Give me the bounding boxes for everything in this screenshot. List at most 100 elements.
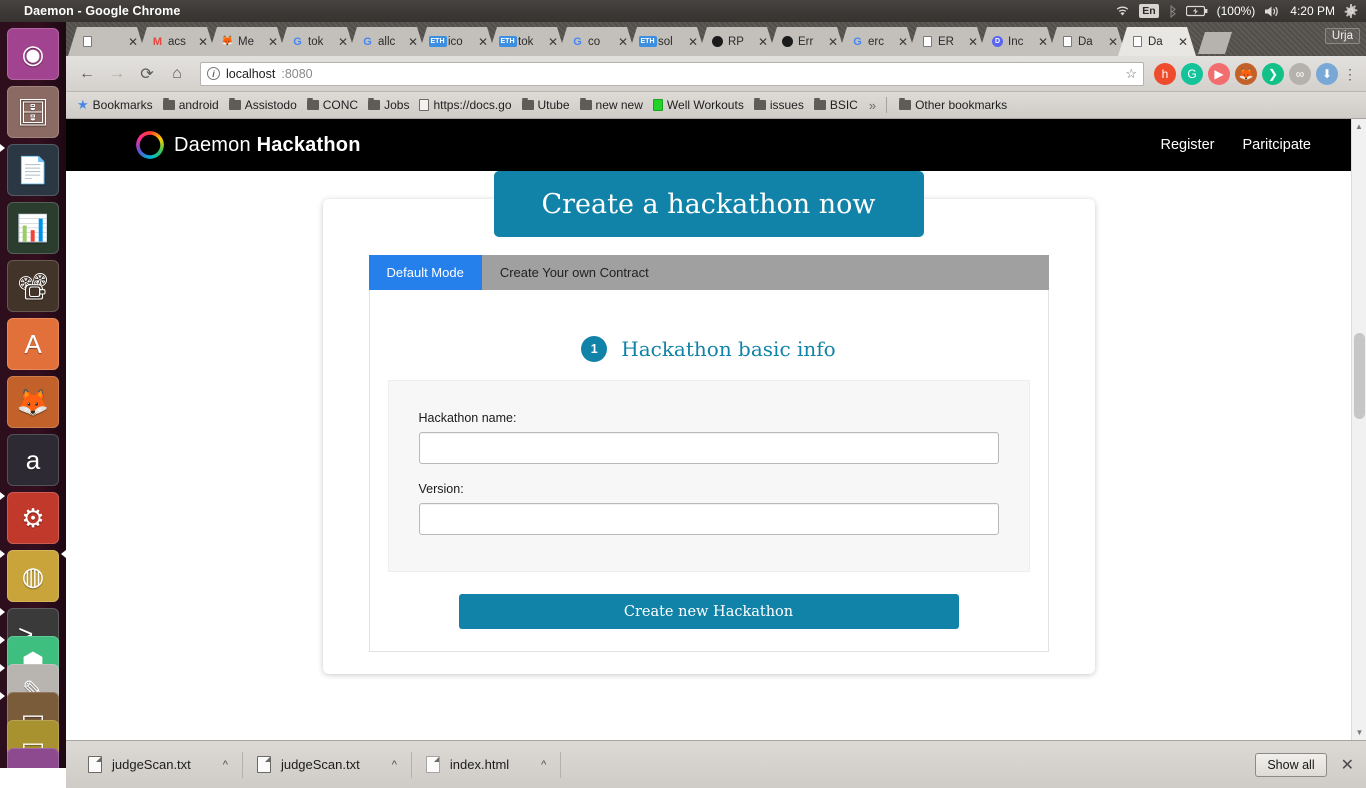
bookmark-item[interactable]: BSIC: [809, 96, 863, 114]
version-input[interactable]: [418, 503, 999, 535]
scroll-up-icon[interactable]: ▲: [1352, 119, 1366, 134]
bookmark-item[interactable]: Well Workouts: [648, 96, 749, 114]
tab-close-icon[interactable]: ✕: [268, 35, 278, 49]
site-info-icon[interactable]: i: [207, 67, 220, 80]
terminal-extension-icon[interactable]: ❯: [1262, 62, 1284, 85]
browser-tab[interactable]: Da ✕: [1118, 27, 1196, 56]
browser-tab[interactable]: ✕: [68, 27, 146, 56]
tab-close-icon[interactable]: ✕: [1178, 35, 1188, 49]
launcher-item-system-settings[interactable]: ⚙: [7, 492, 59, 544]
browser-tab[interactable]: D Inc ✕: [978, 27, 1056, 56]
back-icon[interactable]: ←: [74, 61, 100, 87]
clock[interactable]: 4:20 PM: [1290, 4, 1335, 18]
chrome-menu-icon[interactable]: ⋮: [1342, 67, 1358, 81]
home-icon[interactable]: ⌂: [164, 61, 190, 87]
keyboard-layout-indicator[interactable]: En: [1139, 4, 1159, 18]
tab-close-icon[interactable]: ✕: [478, 35, 488, 49]
tab-close-icon[interactable]: ✕: [758, 35, 768, 49]
bookmark-item[interactable]: Utube: [517, 96, 575, 114]
tab-close-icon[interactable]: ✕: [128, 35, 138, 49]
bookmark-item[interactable]: new new: [575, 96, 648, 114]
tab-close-icon[interactable]: ✕: [408, 35, 418, 49]
metamask-extension-icon[interactable]: 🦊: [1235, 62, 1257, 85]
bookmark-item[interactable]: CONC: [302, 96, 363, 114]
bookmark-item[interactable]: ★ Bookmarks: [72, 95, 158, 115]
bookmark-item[interactable]: https://docs.go: [414, 96, 516, 114]
other-bookmarks-folder[interactable]: Other bookmarks: [894, 96, 1012, 114]
bookmark-item[interactable]: android: [158, 96, 224, 114]
download-item[interactable]: index.html ^: [412, 750, 560, 780]
bookmark-item[interactable]: Assistodo: [224, 96, 302, 114]
bookmarks-overflow-icon[interactable]: »: [866, 98, 879, 113]
launcher-item-ubuntu-dash[interactable]: ◉: [7, 28, 59, 80]
tab-close-icon[interactable]: ✕: [618, 35, 628, 49]
download-item[interactable]: judgeScan.txt ^: [74, 750, 242, 780]
nav-register[interactable]: Register: [1160, 137, 1214, 153]
close-shelf-icon[interactable]: ✕: [1341, 755, 1354, 775]
download-menu-caret-icon[interactable]: ^: [223, 759, 228, 771]
tab-close-icon[interactable]: ✕: [898, 35, 908, 49]
download-extension-icon[interactable]: ⬇: [1316, 62, 1338, 85]
download-menu-caret-icon[interactable]: ^: [541, 759, 546, 771]
tab-close-icon[interactable]: ✕: [1038, 35, 1048, 49]
browser-tab[interactable]: Err ✕: [768, 27, 846, 56]
tab-close-icon[interactable]: ✕: [548, 35, 558, 49]
tab-close-icon[interactable]: ✕: [968, 35, 978, 49]
browser-tab[interactable]: Gtok ✕: [278, 27, 356, 56]
show-all-downloads-button[interactable]: Show all: [1255, 752, 1327, 777]
tab-close-icon[interactable]: ✕: [338, 35, 348, 49]
launcher-item-firefox[interactable]: 🦊: [7, 376, 59, 428]
brand[interactable]: Daemon Hackathon: [136, 131, 361, 159]
launcher-item-amazon[interactable]: a: [7, 434, 59, 486]
browser-tab[interactable]: ETH sol ✕: [628, 27, 706, 56]
browser-tab[interactable]: Gco ✕: [558, 27, 636, 56]
disabled-extension-icon[interactable]: ∞: [1289, 62, 1311, 85]
battery-icon[interactable]: [1185, 5, 1208, 17]
gear-icon[interactable]: [1344, 4, 1358, 18]
new-tab-button[interactable]: [1198, 32, 1232, 54]
bluetooth-icon[interactable]: [1168, 4, 1177, 18]
address-bar[interactable]: i localhost:8080 ☆: [200, 61, 1144, 86]
launcher-item-libreoffice-impress[interactable]: 📽: [7, 260, 59, 312]
scroll-down-icon[interactable]: ▼: [1352, 725, 1366, 740]
reload-icon[interactable]: ⟳: [134, 61, 160, 87]
wifi-icon[interactable]: [1115, 5, 1130, 17]
forward-icon[interactable]: →: [104, 61, 130, 87]
browser-tab[interactable]: Da ✕: [1048, 27, 1126, 56]
volume-icon[interactable]: [1264, 5, 1281, 18]
launcher-item-libreoffice-writer[interactable]: 📄: [7, 144, 59, 196]
profile-chip[interactable]: Urja: [1324, 28, 1360, 44]
tab-default-mode[interactable]: Default Mode: [368, 255, 482, 290]
browser-tab[interactable]: Gerc ✕: [838, 27, 916, 56]
browser-tab[interactable]: 🦊 Me ✕: [208, 27, 286, 56]
page-scrollbar[interactable]: ▲ ▼: [1351, 119, 1366, 740]
tab-create-your-own-contract[interactable]: Create Your own Contract: [482, 255, 667, 290]
browser-tab[interactable]: Gallc ✕: [348, 27, 426, 56]
bookmark-item[interactable]: issues: [749, 96, 809, 114]
browser-tab[interactable]: ETH tok ✕: [488, 27, 566, 56]
launcher-item-files[interactable]: 🗄: [7, 86, 59, 138]
launcher-item-window-stack-3[interactable]: ▭: [7, 748, 59, 768]
tab-close-icon[interactable]: ✕: [688, 35, 698, 49]
bookmark-item[interactable]: Jobs: [363, 96, 414, 114]
video-downloader-extension-icon[interactable]: ▶: [1208, 62, 1230, 85]
browser-tab[interactable]: Macs ✕: [138, 27, 216, 56]
browser-tab[interactable]: ER ✕: [908, 27, 986, 56]
download-menu-caret-icon[interactable]: ^: [392, 759, 397, 771]
tab-close-icon[interactable]: ✕: [828, 35, 838, 49]
launcher-item-ubuntu-software[interactable]: A: [7, 318, 59, 370]
browser-tab[interactable]: ETH ico ✕: [418, 27, 496, 56]
grammarly-extension-icon[interactable]: G: [1181, 62, 1203, 85]
tab-close-icon[interactable]: ✕: [1108, 35, 1118, 49]
honey-extension-icon[interactable]: h: [1154, 62, 1176, 85]
launcher-item-google-chrome[interactable]: ◍: [7, 550, 59, 602]
launcher-item-libreoffice-calc[interactable]: 📊: [7, 202, 59, 254]
browser-tab[interactable]: RP ✕: [698, 27, 776, 56]
download-item[interactable]: judgeScan.txt ^: [243, 750, 411, 780]
bookmark-star-icon[interactable]: ☆: [1125, 66, 1137, 82]
nav-participate[interactable]: Paritcipate: [1242, 137, 1311, 153]
hackathon-name-input[interactable]: [418, 432, 999, 464]
create-new-hackathon-button[interactable]: Create new Hackathon: [458, 594, 959, 629]
tab-close-icon[interactable]: ✕: [198, 35, 208, 49]
scrollbar-thumb[interactable]: [1354, 333, 1365, 419]
